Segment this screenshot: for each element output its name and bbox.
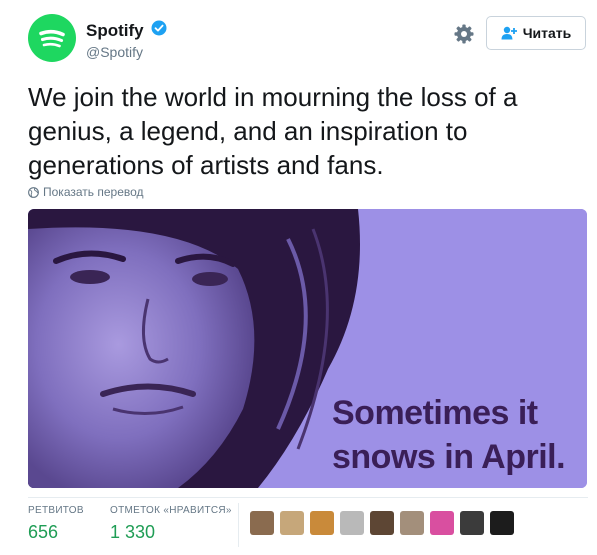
- globe-icon: [28, 186, 39, 198]
- tweet-header: Spotify @Spotify Читать: [28, 14, 588, 64]
- add-user-icon: [501, 26, 517, 40]
- spotify-avatar[interactable]: [28, 14, 76, 62]
- liker-avatar[interactable]: [460, 511, 484, 535]
- media-overlay-text: Sometimes it snows in April.: [332, 391, 587, 479]
- translate-link[interactable]: Показать перевод: [28, 185, 144, 199]
- likes-label: ОТМЕТОК «НРАВИТСЯ»: [110, 505, 232, 516]
- stats-divider: [28, 497, 588, 498]
- likes-stat[interactable]: ОТМЕТОК «НРАВИТСЯ» 1 330: [110, 505, 232, 543]
- overlay-line-1: Sometimes it: [332, 394, 538, 432]
- liker-avatar[interactable]: [340, 511, 364, 535]
- follow-button-label: Читать: [522, 25, 572, 41]
- tweet-text: We join the world in mourning the loss o…: [28, 82, 518, 180]
- translate-label: Показать перевод: [43, 185, 144, 199]
- follow-button[interactable]: Читать: [486, 16, 586, 50]
- overlay-line-2: snows in April.: [332, 438, 566, 476]
- account-names: Spotify @Spotify: [86, 20, 167, 60]
- liker-avatar[interactable]: [370, 511, 394, 535]
- account-display-name[interactable]: Spotify: [86, 21, 144, 41]
- tweet-media-image[interactable]: Sometimes it snows in April.: [28, 209, 587, 488]
- likes-count: 1 330: [110, 522, 156, 542]
- liker-avatar[interactable]: [430, 511, 454, 535]
- liker-avatar[interactable]: [310, 511, 334, 535]
- stats-separator: [238, 503, 239, 547]
- liker-avatar[interactable]: [280, 511, 304, 535]
- account-handle[interactable]: @Spotify: [86, 44, 167, 60]
- spotify-logo-icon: [39, 29, 65, 48]
- liker-avatars: [250, 511, 514, 535]
- retweets-label: РЕТВИТОВ: [28, 505, 84, 516]
- liker-avatar[interactable]: [400, 511, 424, 535]
- gear-icon[interactable]: [454, 24, 474, 49]
- liker-avatar[interactable]: [490, 511, 514, 535]
- verified-badge-icon: [151, 20, 167, 41]
- liker-avatar[interactable]: [250, 511, 274, 535]
- retweets-count: 656: [28, 522, 59, 542]
- retweets-stat[interactable]: РЕТВИТОВ 656: [28, 505, 84, 543]
